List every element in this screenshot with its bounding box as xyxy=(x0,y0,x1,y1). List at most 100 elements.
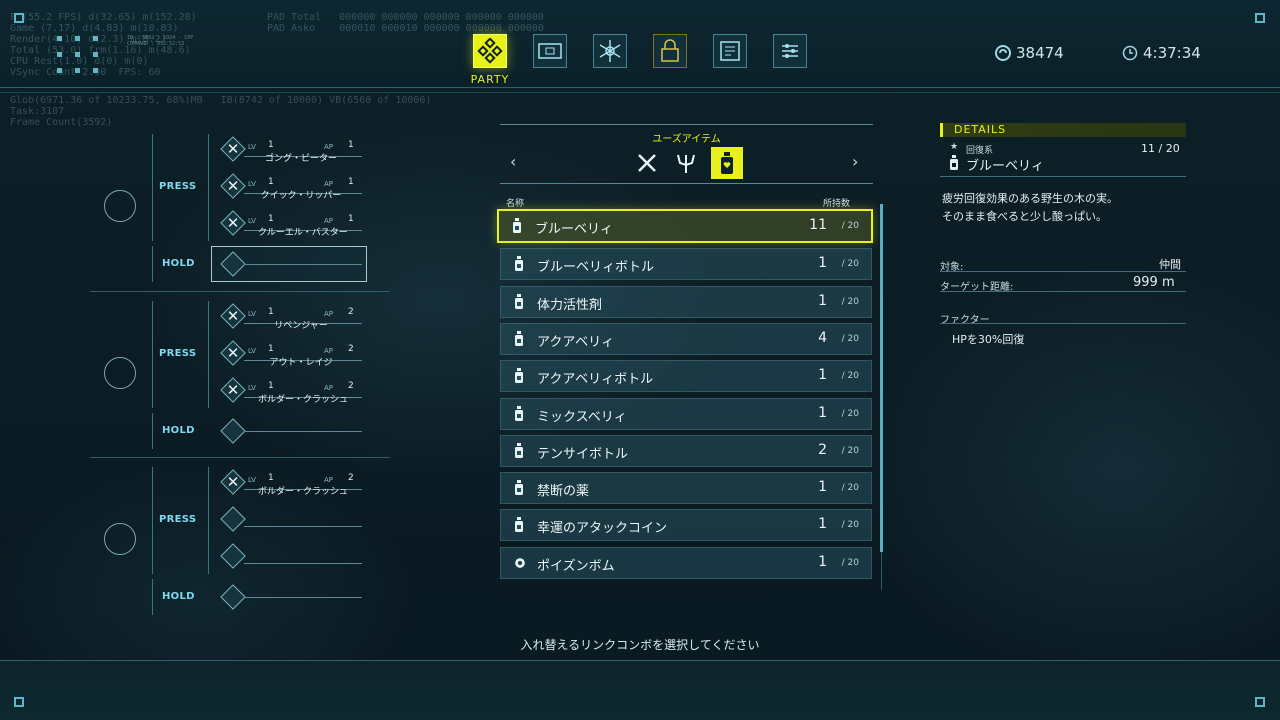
divider xyxy=(500,124,873,125)
bottle-icon xyxy=(515,256,523,272)
skill-name[interactable]: アウト・レイジ xyxy=(258,355,344,368)
skill-name[interactable]: ボルダー・クラッシュ xyxy=(258,392,348,405)
bottle-icon xyxy=(515,442,523,458)
document-icon[interactable] xyxy=(713,34,747,68)
item-max: / 20 xyxy=(841,408,859,419)
combo-circle-icon xyxy=(104,523,136,555)
list-item[interactable]: 体力活性剤 1 / 20 xyxy=(500,285,872,318)
list-item[interactable]: アクアベリィ 4 / 20 xyxy=(500,322,872,355)
combo-circle-icon xyxy=(104,357,136,389)
target-value: 仲間 xyxy=(1159,258,1181,271)
lv-label: LV xyxy=(248,347,256,355)
lock-icon[interactable] xyxy=(653,34,687,68)
skill-level: 1 xyxy=(268,214,274,224)
nav-label: PARTY xyxy=(470,73,510,86)
corner-marker xyxy=(14,697,24,707)
list-item[interactable]: ブルーベリィボトル 1 / 20 xyxy=(500,248,872,281)
item-count: 2 xyxy=(818,441,827,458)
ap-label: AP xyxy=(324,143,334,151)
next-arrow-icon[interactable]: › xyxy=(852,152,858,171)
skill-name[interactable]: クイック・リッパー xyxy=(258,188,344,201)
bottle-icon xyxy=(515,405,523,421)
skill-level: 1 xyxy=(268,344,274,354)
currency-icon xyxy=(995,45,1011,61)
list-item[interactable]: テンサイボトル 2 / 20 xyxy=(500,434,872,467)
debug-memory: Glob(6971.36 of 10233.75, 68%)MB IB(8742… xyxy=(10,95,432,128)
list-item[interactable]: ポイズンボム 1 / 20 xyxy=(500,546,872,579)
item-max: / 20 xyxy=(841,445,859,456)
star-icon: ★ xyxy=(950,142,959,152)
item-count: 1 xyxy=(818,367,827,384)
skill-name[interactable]: リベンジャー xyxy=(258,318,344,331)
bracket-line xyxy=(152,413,153,449)
settings-icon[interactable] xyxy=(773,34,807,68)
skill-ap: 2 xyxy=(348,307,354,317)
list-item[interactable]: 幸運のアタックコイン 1 / 20 xyxy=(500,509,872,542)
list-item[interactable]: アクアベリィボトル 1 / 20 xyxy=(500,360,872,393)
details-title: DETAILS xyxy=(954,123,1007,136)
lv-label: LV xyxy=(248,384,256,392)
party-icon[interactable] xyxy=(473,34,507,68)
currency-value: 38474 xyxy=(1016,44,1064,62)
list-item[interactable]: ミックスベリィ 1 / 20 xyxy=(500,397,872,430)
skill-ap: 2 xyxy=(348,473,354,483)
group-divider xyxy=(90,457,390,458)
bracket-line xyxy=(152,301,153,408)
swords-icon[interactable] xyxy=(632,148,662,178)
lv-label: LV xyxy=(248,476,256,484)
scrollbar[interactable] xyxy=(880,204,883,552)
hold-label: HOLD xyxy=(162,591,195,602)
item-count: 1 xyxy=(818,516,827,533)
ap-label: AP xyxy=(324,476,334,484)
item-max: / 20 xyxy=(841,333,859,344)
bottle-icon xyxy=(950,155,958,170)
corner-marker xyxy=(1255,697,1265,707)
press-label: PRESS xyxy=(159,348,197,359)
skill-level: 1 xyxy=(268,381,274,391)
bracket-line xyxy=(208,467,209,574)
skill-level: 1 xyxy=(268,307,274,317)
item-name: アクアベリィボトル xyxy=(537,372,654,388)
bottle-icon xyxy=(515,293,523,309)
bottle-icon xyxy=(515,480,523,496)
prev-arrow-icon[interactable]: ‹ xyxy=(510,152,516,171)
slot-underline xyxy=(244,264,362,265)
trident-icon[interactable] xyxy=(671,148,701,178)
skill-name[interactable]: ゴング・ビーター xyxy=(258,151,344,164)
clock-icon xyxy=(1122,45,1138,61)
item-name: ブルーベリィ xyxy=(535,222,614,237)
grid-dots-icon xyxy=(57,36,98,73)
bottle-icon xyxy=(513,218,521,233)
skill-x-icon: ✕ xyxy=(226,344,240,362)
skill-ap: 1 xyxy=(348,177,354,187)
hold-label: HOLD xyxy=(162,258,195,269)
item-max: / 20 xyxy=(841,296,859,307)
divider xyxy=(940,271,1186,272)
column-count: 所持数 xyxy=(823,199,851,209)
slot-underline xyxy=(244,526,362,527)
skill-level: 1 xyxy=(268,140,274,150)
divider xyxy=(940,323,1186,324)
item-name: 体力活性剤 xyxy=(537,297,603,313)
lv-label: LV xyxy=(248,217,256,225)
list-item[interactable]: ブルーベリィ 11 / 20 xyxy=(497,209,873,243)
bracket-line xyxy=(152,134,153,241)
skill-x-icon: ✕ xyxy=(226,140,240,158)
item-name: 禁断の薬 xyxy=(537,484,590,500)
cards-icon[interactable] xyxy=(533,34,567,68)
item-stock: 11 / 20 xyxy=(1141,142,1180,155)
item-count: 1 xyxy=(818,553,827,570)
item-max: / 20 xyxy=(841,520,859,531)
potion-icon[interactable] xyxy=(711,147,743,179)
slot-underline xyxy=(244,597,362,598)
list-item[interactable]: 禁断の薬 1 / 20 xyxy=(500,472,872,505)
item-name: テンサイボトル xyxy=(537,446,629,462)
item-count: 11 xyxy=(809,217,827,233)
network-icon[interactable] xyxy=(593,34,627,68)
item-count: 1 xyxy=(818,479,827,496)
skill-name[interactable]: ボルダー・クラッシュ xyxy=(258,484,348,497)
item-count: 1 xyxy=(818,292,827,309)
item-name: ポイズンボム xyxy=(537,558,615,574)
skill-name[interactable]: クルーエル・バスター xyxy=(258,225,348,238)
ap-label: AP xyxy=(324,310,334,318)
